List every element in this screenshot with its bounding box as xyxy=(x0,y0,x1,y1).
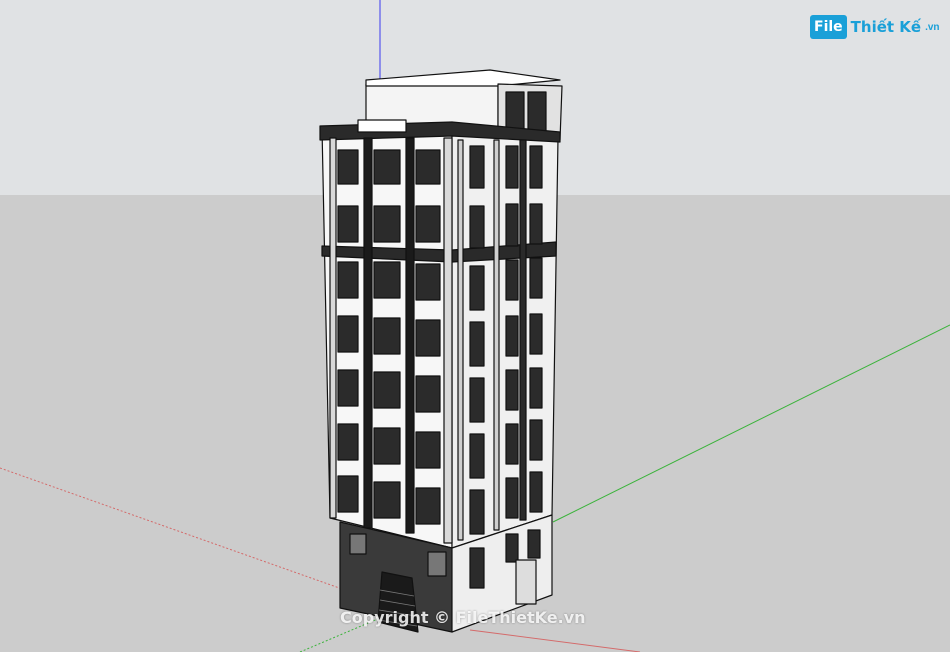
front-pilaster-4 xyxy=(443,137,453,544)
front-pilaster-1 xyxy=(329,137,337,519)
side-pilaster-2 xyxy=(493,139,500,531)
ground-window-right xyxy=(427,551,447,577)
site-logo: File Thiết Kế .vn xyxy=(810,10,940,44)
model-building-icon[interactable] xyxy=(319,69,563,633)
copyright-watermark: Copyright © FileThietKe.vn xyxy=(340,608,586,627)
side-pilaster-3 xyxy=(519,139,527,521)
ground-window-side-1 xyxy=(505,533,519,563)
roof-window-2 xyxy=(527,91,547,133)
roof-window-1 xyxy=(505,91,525,133)
ground-door-side xyxy=(469,547,485,589)
3d-scene[interactable] xyxy=(0,0,950,652)
front-pilaster-3 xyxy=(405,137,415,534)
front-pilaster-2 xyxy=(363,137,373,529)
logo-name: Thiết Kế xyxy=(850,18,922,36)
side-pilaster-1 xyxy=(457,139,464,541)
ground-window-side-2 xyxy=(527,529,541,559)
side-base-panel xyxy=(515,559,537,605)
ground-window-left xyxy=(349,533,367,555)
logo-domain: .vn xyxy=(925,21,940,33)
sketchup-viewport[interactable]: File Thiết Kế .vn Copyright © FileThietK… xyxy=(0,0,950,652)
cornice-panel xyxy=(357,119,407,133)
logo-file-badge: File xyxy=(810,15,847,39)
